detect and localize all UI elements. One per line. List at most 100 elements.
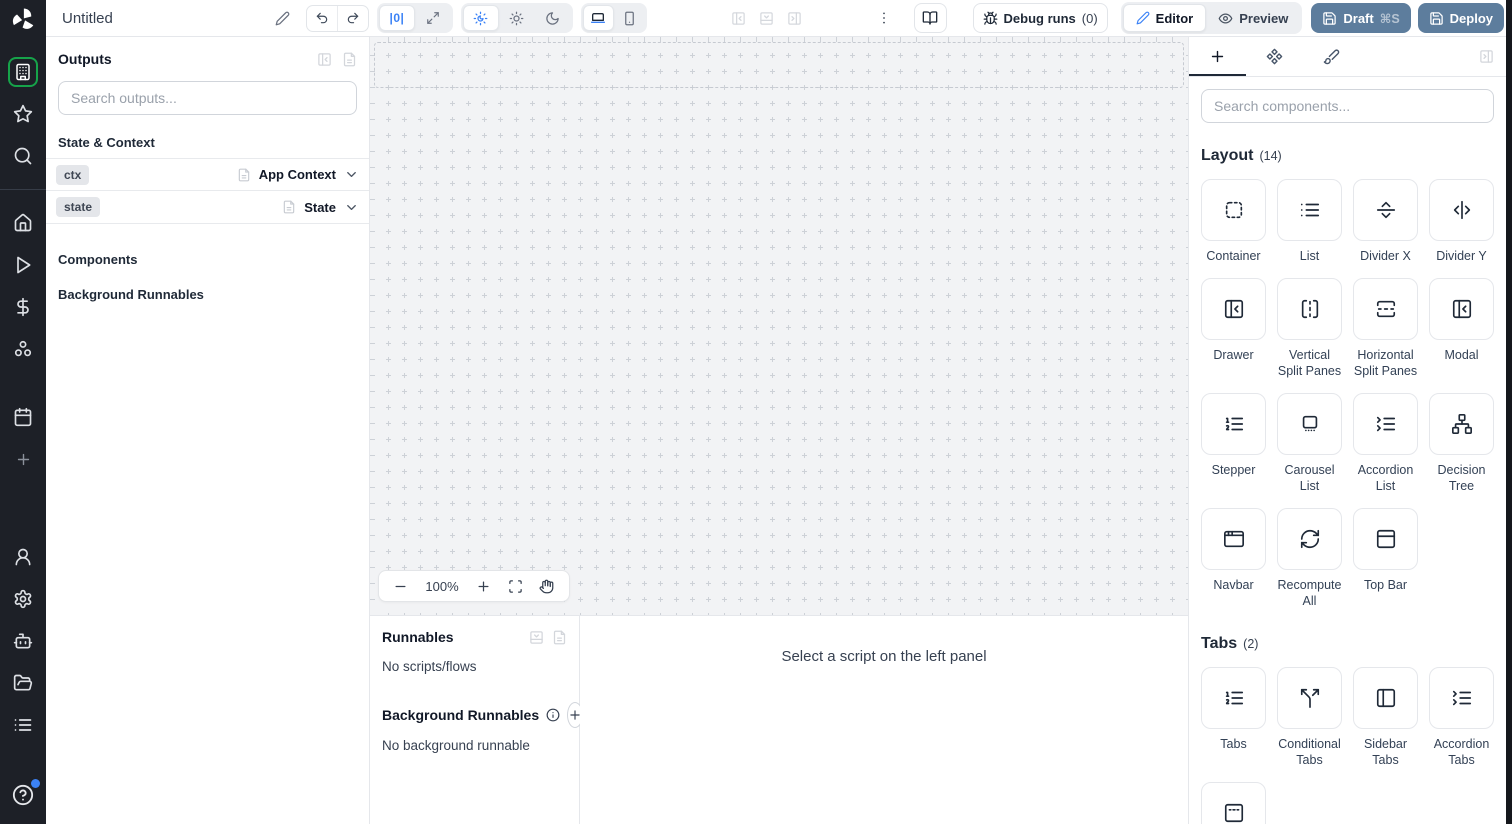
component-card-tabs[interactable] [1201,667,1266,729]
more-menu-button[interactable] [876,10,892,26]
component-card-vertical-split-panes[interactable] [1277,278,1342,340]
sidebar-group-tools [8,402,38,486]
component-card-carousel-list[interactable] [1277,393,1342,455]
grid-line [580,37,581,615]
grid-line [370,439,1188,440]
component-card-accordion-tabs[interactable] [1429,667,1494,729]
sidebar-dollar-button[interactable] [8,292,38,322]
collapse-runnables-icon[interactable] [529,630,544,645]
component-card-top-bar[interactable] [1353,508,1418,570]
component-card-container[interactable] [1201,179,1266,241]
canvas-zoom-toolbar: 100% [378,570,570,602]
editor-tab[interactable]: Editor [1122,4,1207,32]
panel-right-toggle-icon[interactable] [787,11,802,26]
sidebar-star-button[interactable] [8,99,38,129]
undo-icon [315,11,329,25]
grid-line [692,37,693,615]
deploy-button[interactable]: Deploy [1417,3,1504,33]
component-item-divider-x: Divider X [1353,179,1418,264]
collapse-outputs-icon[interactable] [317,52,332,67]
output-type-label: State [304,199,336,215]
component-card-decision-tree[interactable] [1429,393,1494,455]
app-canvas[interactable]: 100% [370,37,1188,615]
redo-button[interactable] [337,5,368,31]
help-button[interactable] [10,779,40,808]
component-card-drawer[interactable] [1201,278,1266,340]
sidebar-calendar-button[interactable] [8,402,38,432]
grid-line [1092,37,1093,615]
tab-insert-component[interactable] [1189,37,1246,76]
windmill-logo[interactable] [0,0,46,37]
theme-dark-button[interactable] [535,5,571,31]
sidebar-resources-button[interactable] [8,334,38,364]
undo-button[interactable] [307,6,337,31]
doc-icon[interactable] [552,630,567,645]
sidebar-bot-button[interactable] [8,626,38,656]
component-card-sidebar-tabs[interactable] [1353,667,1418,729]
grid-line [370,535,1188,536]
outputs-search-input[interactable] [58,81,357,115]
grid-line [740,37,741,615]
component-card-divider-y[interactable] [1429,179,1494,241]
component-card-horizontal-split-panes[interactable] [1353,278,1418,340]
grid-line [884,37,885,615]
undo-redo-group [305,4,369,32]
grid-line [452,37,453,615]
grid-line [500,37,501,615]
output-row-ctx[interactable]: ctx App Context [46,158,369,191]
preview-tab[interactable]: Preview [1206,4,1300,32]
sidebar-list-button[interactable] [8,710,38,740]
sidebar-search-button[interactable] [8,141,38,171]
theme-light-button[interactable] [499,5,535,31]
desktop-view-button[interactable] [582,5,614,31]
component-label: Divider X [1360,249,1411,263]
component-card-divider-x[interactable] [1353,179,1418,241]
runnables-header: Runnables [382,629,567,645]
component-card-accordion-list[interactable] [1353,393,1418,455]
component-card-navbar[interactable] [1201,508,1266,570]
panel-left-toggle-icon[interactable] [731,11,746,26]
component-grid: Container List Divider X Divider Y Drawer Ver… [1189,179,1506,623]
tab-styling[interactable] [1303,37,1360,76]
grid-line [980,37,981,615]
sidebar-user-button[interactable] [8,542,38,572]
sidebar-gear-button[interactable] [8,584,38,614]
components-search-input[interactable] [1201,89,1494,123]
zoom-in-button[interactable] [476,579,491,594]
canvas-dropzone[interactable] [374,42,1184,88]
draft-button[interactable]: Draft ⌘S [1311,3,1411,33]
fit-view-button[interactable] [508,579,523,594]
fixed-width-toggle[interactable]: |0| [378,5,415,31]
output-row-state[interactable]: state State [46,191,369,224]
sidebar-plus-button[interactable] [8,444,38,474]
tab-settings-component[interactable] [1246,37,1303,76]
expand-width-toggle[interactable] [415,5,451,31]
docs-button[interactable] [913,3,947,33]
chevron-down-icon[interactable] [344,167,359,182]
panel-bottom-toggle-icon[interactable] [759,11,774,26]
component-card-modal[interactable] [1429,278,1494,340]
component-card-recompute-all[interactable] [1277,508,1342,570]
component-card-conditional-tabs[interactable] [1277,667,1342,729]
grid-line [1124,37,1125,615]
doc-icon[interactable] [342,52,357,67]
pan-mode-button[interactable] [539,579,554,594]
mobile-view-button[interactable] [614,5,645,31]
component-card-stepper[interactable] [1201,393,1266,455]
grid-line [370,135,1188,136]
sidebar-home-button[interactable] [8,208,38,238]
edit-title-icon[interactable] [275,11,290,26]
sidebar-play-button[interactable] [8,250,38,280]
debug-runs-button[interactable]: Debug runs (0) [972,3,1108,33]
chevron-down-icon[interactable] [344,200,359,215]
sidebar-folder-button[interactable] [8,668,38,698]
theme-auto-button[interactable] [462,5,499,31]
collapse-right-panel-icon[interactable] [1479,49,1494,64]
component-card-list[interactable] [1277,179,1342,241]
sidebar-building-button[interactable] [8,57,38,87]
screen-right-edge [1506,0,1512,824]
zoom-out-button[interactable] [393,579,408,594]
component-card-panel-top-dashed[interactable] [1201,782,1266,824]
grid-line [370,199,1188,200]
search-icon [13,146,33,166]
